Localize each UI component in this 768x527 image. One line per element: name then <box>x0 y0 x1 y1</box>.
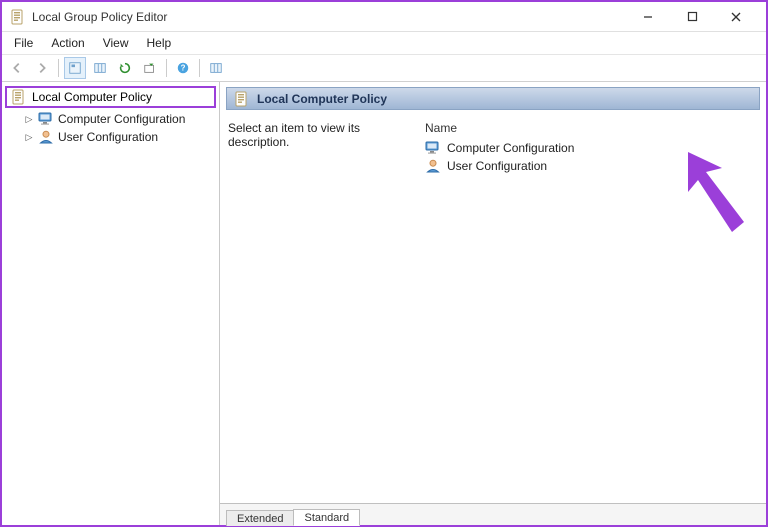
help-icon <box>176 61 190 75</box>
menu-action[interactable]: Action <box>43 34 92 52</box>
app-icon <box>10 9 26 25</box>
expander-icon[interactable]: ▷ <box>24 132 34 142</box>
properties-icon <box>93 61 107 75</box>
computer-icon <box>38 111 54 127</box>
close-button[interactable] <box>714 3 758 31</box>
tabs-bar: Extended Standard <box>220 503 766 525</box>
tree-pane-icon <box>68 61 82 75</box>
content-header-title: Local Computer Policy <box>257 92 387 106</box>
menu-help[interactable]: Help <box>139 34 180 52</box>
tree-root-local-computer-policy[interactable]: Local Computer Policy <box>5 86 216 108</box>
minimize-button[interactable] <box>626 3 670 31</box>
tree-node-label: Computer Configuration <box>58 112 185 126</box>
refresh-icon <box>118 61 132 75</box>
list-item-label: Computer Configuration <box>447 141 574 155</box>
tree-node-label: User Configuration <box>58 130 158 144</box>
titlebar: Local Group Policy Editor <box>2 2 766 32</box>
export-button[interactable] <box>139 57 161 79</box>
toolbar <box>2 54 766 82</box>
content-header: Local Computer Policy <box>226 87 760 110</box>
export-icon <box>143 61 157 75</box>
user-icon <box>38 129 54 145</box>
columns-icon <box>209 61 223 75</box>
tree-node-user-configuration[interactable]: ▷ User Configuration <box>2 128 219 146</box>
list-item-computer-configuration[interactable]: Computer Configuration <box>423 139 758 157</box>
help-button[interactable] <box>172 57 194 79</box>
toolbar-separator <box>166 59 167 77</box>
toolbar-separator <box>58 59 59 77</box>
properties-button[interactable] <box>89 57 111 79</box>
policy-icon <box>234 91 250 107</box>
computer-icon <box>425 140 441 156</box>
tab-standard[interactable]: Standard <box>293 509 360 526</box>
back-icon <box>10 61 24 75</box>
policy-icon <box>11 89 27 105</box>
tree-pane: Local Computer Policy ▷ Computer Configu… <box>2 82 220 525</box>
tree-root-label: Local Computer Policy <box>32 90 152 104</box>
content-pane: Local Computer Policy Select an item to … <box>220 82 766 525</box>
list-item-label: User Configuration <box>447 159 547 173</box>
show-hide-action-pane-button[interactable] <box>205 57 227 79</box>
maximize-button[interactable] <box>670 3 714 31</box>
forward-icon <box>35 61 49 75</box>
menu-view[interactable]: View <box>95 34 137 52</box>
toolbar-separator <box>199 59 200 77</box>
tab-extended[interactable]: Extended <box>226 510 294 526</box>
expander-icon[interactable]: ▷ <box>24 114 34 124</box>
list-item-user-configuration[interactable]: User Configuration <box>423 157 758 175</box>
back-button[interactable] <box>6 57 28 79</box>
description-prompt: Select an item to view its description. <box>228 121 423 149</box>
column-header-name[interactable]: Name <box>423 121 758 139</box>
window-title: Local Group Policy Editor <box>32 10 167 24</box>
refresh-button[interactable] <box>114 57 136 79</box>
forward-button[interactable] <box>31 57 53 79</box>
menubar: File Action View Help <box>2 32 766 54</box>
tree-node-computer-configuration[interactable]: ▷ Computer Configuration <box>2 110 219 128</box>
menu-file[interactable]: File <box>6 34 41 52</box>
show-hide-tree-button[interactable] <box>64 57 86 79</box>
user-icon <box>425 158 441 174</box>
